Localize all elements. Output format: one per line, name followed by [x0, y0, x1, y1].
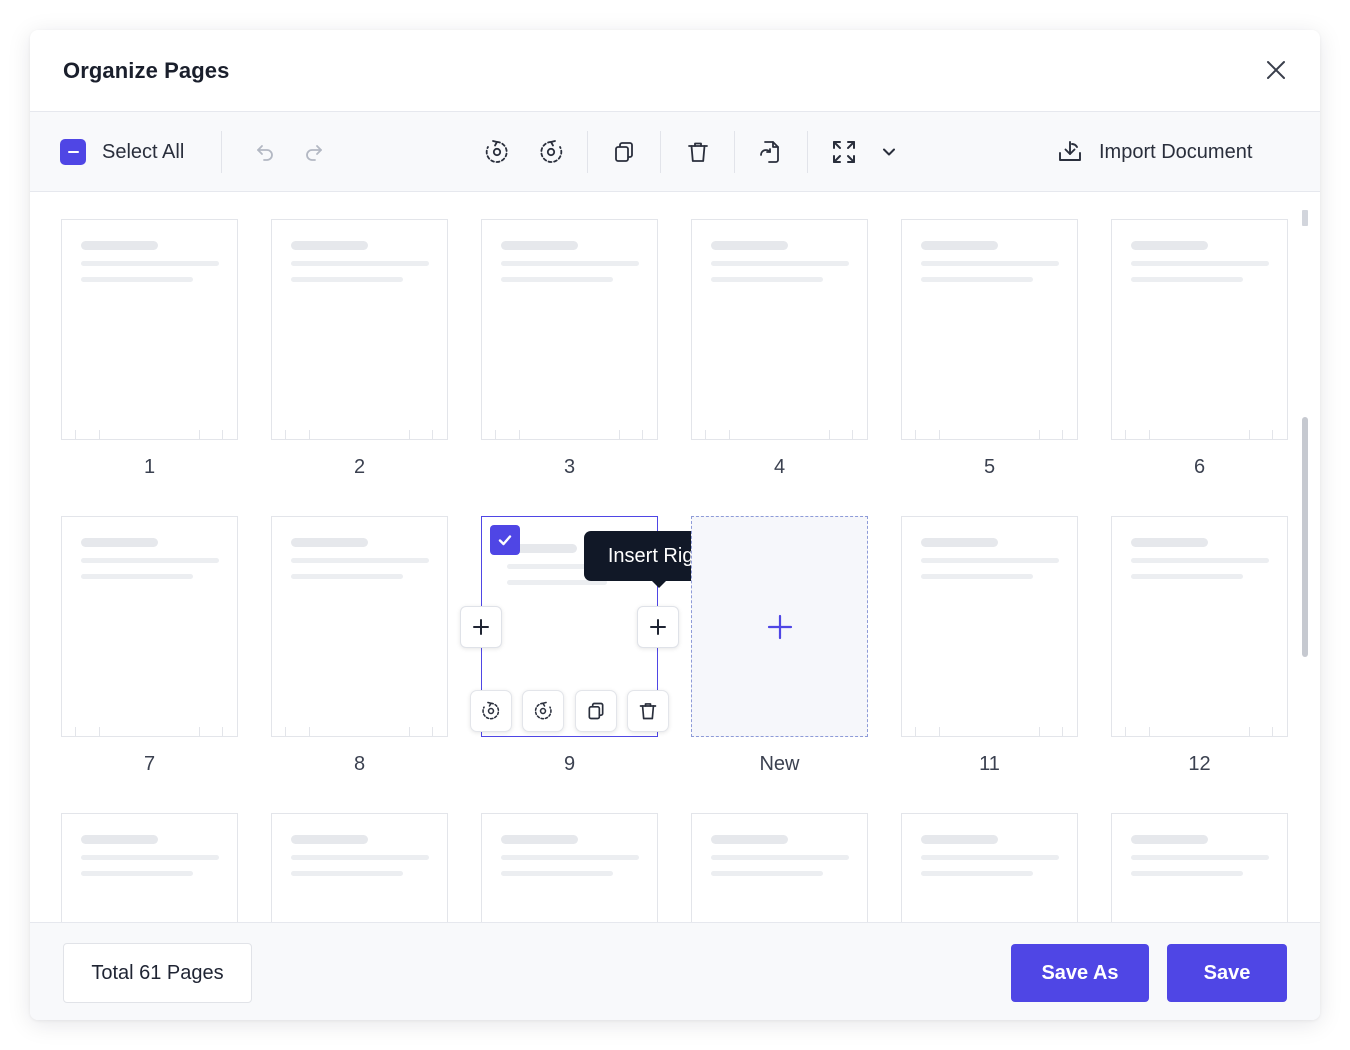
- dialog-header: Organize Pages: [30, 30, 1320, 112]
- select-all-toggle[interactable]: Select All: [60, 112, 184, 192]
- rotate-right-button[interactable]: [537, 112, 565, 192]
- more-options-dropdown[interactable]: [877, 112, 901, 192]
- import-document-label: Import Document: [1099, 140, 1253, 163]
- rotate-right-icon: [540, 140, 563, 163]
- page-duplicate-button[interactable]: [575, 690, 617, 732]
- plus-icon: [650, 619, 666, 635]
- page-thumbnail[interactable]: [61, 516, 238, 737]
- pages-grid: 1 2 3 4 5 6 7 8 9 Insert Right New 11 12: [30, 192, 1320, 922]
- page-thumbnail[interactable]: [691, 813, 868, 922]
- plus-icon: [767, 614, 792, 639]
- page-thumbnail[interactable]: [1111, 516, 1288, 737]
- import-icon: [1059, 141, 1081, 161]
- save-button[interactable]: Save: [1167, 944, 1287, 1002]
- page-thumbnail[interactable]: [691, 219, 868, 440]
- page-number: 5: [983, 456, 996, 478]
- rotate-left-icon: [482, 701, 500, 720]
- page-thumbnail[interactable]: [271, 813, 448, 922]
- page-thumbnail[interactable]: [271, 516, 448, 737]
- scrollbar-top: [1302, 210, 1308, 226]
- expand-icon: [833, 141, 855, 163]
- page-number: 2: [353, 456, 366, 478]
- page-thumbnail[interactable]: [901, 516, 1078, 737]
- page-rotate-left-button[interactable]: [470, 690, 512, 732]
- new-page-placeholder[interactable]: [691, 516, 868, 737]
- copy-icon: [615, 142, 633, 162]
- copy-icon: [588, 702, 604, 720]
- insert-right-button[interactable]: [637, 606, 679, 648]
- page-number: New: [759, 753, 800, 775]
- page-number: 7: [143, 753, 156, 775]
- redo-button[interactable]: [301, 112, 327, 192]
- page-rotate-right-button[interactable]: [522, 690, 564, 732]
- page-thumbnail[interactable]: [901, 813, 1078, 922]
- page-number: 4: [773, 456, 786, 478]
- page-thumbnail[interactable]: [901, 219, 1078, 440]
- extract-page-button[interactable]: [756, 112, 784, 192]
- trash-icon: [639, 703, 657, 720]
- close-button[interactable]: [1262, 56, 1290, 84]
- fullscreen-button[interactable]: [830, 112, 858, 192]
- close-icon: [1267, 61, 1285, 79]
- redo-icon: [306, 145, 322, 161]
- page-number: 1: [143, 456, 156, 478]
- page-number: 8: [353, 753, 366, 775]
- plus-icon: [473, 619, 489, 635]
- scrollbar[interactable]: [1302, 210, 1308, 910]
- page-number: 3: [563, 456, 576, 478]
- check-icon: [498, 535, 512, 546]
- undo-icon: [257, 145, 273, 161]
- select-all-label: Select All: [102, 140, 185, 163]
- page-thumbnail[interactable]: [481, 813, 658, 922]
- select-all-checkbox[interactable]: [60, 139, 86, 165]
- dialog-title: Organize Pages: [63, 58, 230, 83]
- total-pages-badge: Total 61 Pages: [63, 943, 252, 1003]
- dialog-footer: Total 61 Pages Save As Save: [30, 922, 1320, 1020]
- page-checkbox[interactable]: [490, 525, 520, 555]
- save-as-button[interactable]: Save As: [1011, 944, 1149, 1002]
- page-delete-button[interactable]: [627, 690, 669, 732]
- rotate-left-button[interactable]: [483, 112, 511, 192]
- organize-pages-dialog: Organize Pages Select All Import Documen…: [30, 30, 1320, 1020]
- delete-button[interactable]: [684, 112, 712, 192]
- page-number: 11: [979, 753, 1000, 775]
- page-thumbnail[interactable]: [1111, 813, 1288, 922]
- page-thumbnail[interactable]: [271, 219, 448, 440]
- file-export-icon: [760, 141, 779, 163]
- chevron-down-icon: [883, 148, 895, 156]
- toolbar: Select All Import Document: [30, 112, 1320, 192]
- undo-button[interactable]: [252, 112, 278, 192]
- import-document-button[interactable]: Import Document: [1057, 112, 1252, 192]
- page-thumbnail[interactable]: [1111, 219, 1288, 440]
- duplicate-button[interactable]: [610, 112, 638, 192]
- scrollbar-thumb[interactable]: [1302, 417, 1308, 657]
- rotate-right-icon: [534, 701, 552, 720]
- page-number: 9: [563, 753, 576, 775]
- page-number: 6: [1193, 456, 1206, 478]
- page-thumbnail[interactable]: [481, 219, 658, 440]
- page-thumbnail[interactable]: [61, 813, 238, 922]
- insert-left-button[interactable]: [460, 606, 502, 648]
- page-number: 12: [1188, 753, 1211, 775]
- trash-icon: [688, 142, 708, 162]
- page-thumbnail[interactable]: [61, 219, 238, 440]
- rotate-left-icon: [485, 140, 508, 163]
